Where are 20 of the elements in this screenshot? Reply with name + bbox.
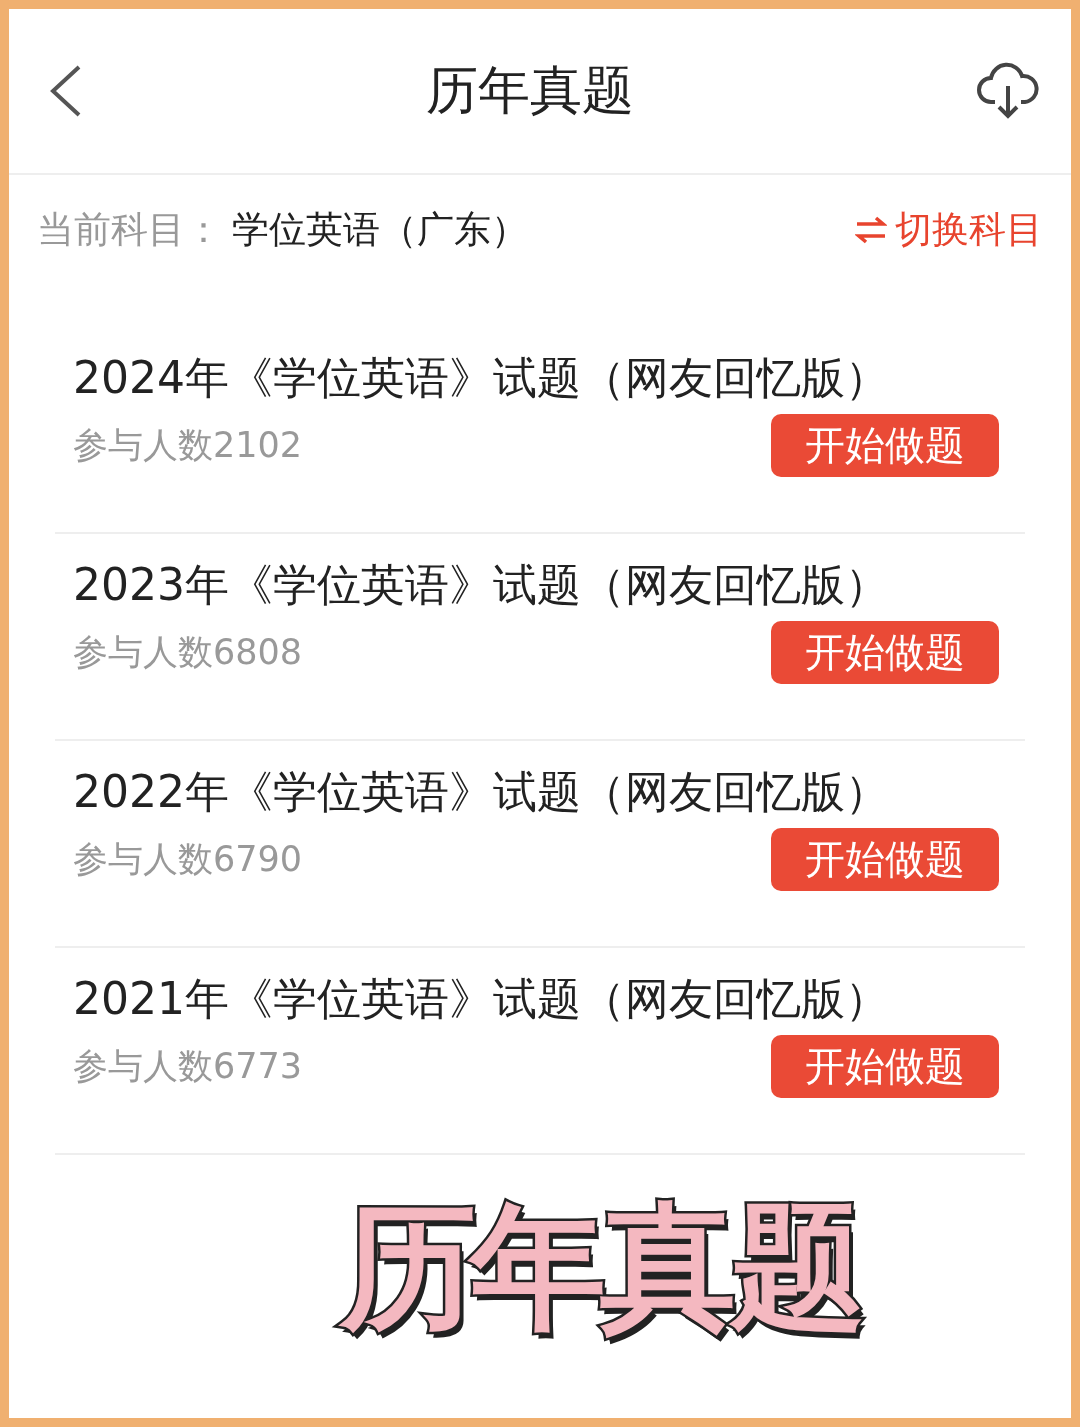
start-button[interactable]: 开始做题 [771,1035,999,1098]
subject-label: 当前科目： [37,207,222,253]
paper-title[interactable]: 2023年《学位英语》试题（网友回忆版） [73,556,999,615]
swap-icon [855,215,887,245]
participant-count: 参与人数6773 [73,1045,303,1088]
cloud-download-icon[interactable] [977,62,1039,120]
start-button[interactable]: 开始做题 [771,621,999,684]
overlay-caption: 历年真题 [340,1187,860,1348]
back-icon[interactable] [49,65,83,117]
paper-title[interactable]: 2022年《学位英语》试题（网友回忆版） [73,763,999,822]
start-button[interactable]: 开始做题 [771,828,999,891]
paper-title[interactable]: 2024年《学位英语》试题（网友回忆版） [73,349,999,408]
page-title: 历年真题 [426,59,634,122]
start-button[interactable]: 开始做题 [771,414,999,477]
participant-count: 参与人数2102 [73,424,303,467]
switch-subject-button[interactable]: 切换科目 [855,205,1043,255]
participant-count: 参与人数6790 [73,838,303,881]
paper-title[interactable]: 2021年《学位英语》试题（网友回忆版） [73,970,999,1029]
participant-count: 参与人数6808 [73,631,303,674]
subject-value: 学位英语（广东） [232,207,528,253]
